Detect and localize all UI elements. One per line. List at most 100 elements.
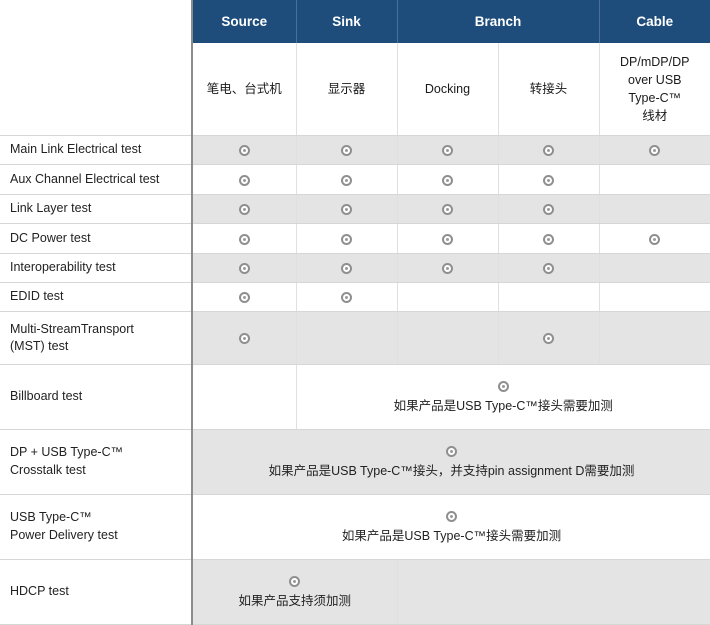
cable-line-3: Type-C™ [628,91,682,105]
table-row: DC Power test [0,223,710,254]
cell-aux-channel-adapter [498,164,600,195]
column-header-sink: Sink [295,0,398,43]
check-circle-icon [543,145,554,157]
cell-interoperability-sink [296,253,398,284]
cell-interoperability-cable [599,253,710,284]
check-circle-icon [341,174,352,186]
cell-hdcp-empty [397,559,710,625]
table-group-header-row: Source Sink Branch Cable [0,0,710,43]
table-row: Link Layer test [0,194,710,225]
subheader-branch-adapter: 转接头 [498,43,600,136]
table-row: Interoperability test [0,253,710,284]
subheader-cable-devices: DP/mDP/DP over USB Type-C™ 线材 [599,43,710,136]
check-circle-icon [446,445,457,457]
mst-label-line-1: Multi-StreamTransport [10,321,134,336]
cell-link-layer-cable [599,194,710,225]
check-circle-icon [289,575,301,587]
cell-interoperability-docking [397,253,499,284]
cell-billboard-note: 如果产品是USB Type-C™接头需要加测 [296,364,710,430]
check-circle-icon [442,263,453,275]
cell-edid-adapter [498,282,600,313]
table-subheader-row: 笔电、台式机 显示器 Docking 转接头 DP/mDP/DP over US… [0,43,710,136]
check-circle-icon [543,263,554,275]
cell-mst-sink [296,311,398,365]
check-circle-icon [543,204,554,216]
cell-dc-power-source [192,223,297,254]
check-circle-icon [442,204,453,216]
check-circle-icon [543,333,554,345]
crosstalk-note-text: 如果产品是USB Type-C™接头，并支持pin assignment D需要… [268,463,635,478]
cell-interoperability-source [192,253,297,284]
cell-dc-power-sink [296,223,398,254]
hdcp-note-text: 如果产品支持须加测 [238,593,351,608]
column-header-branch: Branch [396,0,600,43]
check-circle-icon [238,333,250,345]
billboard-note-text: 如果产品是USB Type-C™接头需要加测 [393,398,613,413]
crosstalk-label-line-1: DP + USB Type-C™ [10,445,124,460]
cell-dc-power-adapter [498,223,600,254]
check-circle-icon [238,145,250,157]
cell-billboard-source [192,364,297,430]
cell-link-layer-source [192,194,297,225]
cell-mst-docking [397,311,499,365]
cell-aux-channel-sink [296,164,398,195]
check-circle-icon [238,263,250,275]
check-circle-icon [442,233,453,245]
row-label-edid-test: EDID test [0,282,193,313]
power-delivery-note-text: 如果产品是USB Type-C™接头需要加测 [341,528,562,543]
row-label-link-layer-test: Link Layer test [0,194,193,225]
cell-main-link-source [192,135,297,166]
check-circle-icon [238,174,250,186]
check-circle-icon [446,510,457,522]
cell-aux-channel-docking [397,164,499,195]
table-row: DP + USB Type-C™ Crosstalk test 如果产品是USB… [0,429,710,495]
cell-crosstalk-note: 如果产品是USB Type-C™接头，并支持pin assignment D需要… [192,429,710,495]
pd-label-line-2: Power Delivery test [10,527,118,542]
row-label-billboard-test: Billboard test [0,364,193,430]
crosstalk-label-line-2: Crosstalk test [10,462,86,477]
table-row: EDID test [0,282,710,313]
check-circle-icon [341,292,352,304]
cable-line-1: DP/mDP/DP [620,54,690,69]
cell-dc-power-cable [599,223,710,254]
subheader-corner-blank [0,43,193,136]
check-circle-icon [442,174,453,186]
cell-main-link-adapter [498,135,600,166]
cell-mst-source [192,311,297,365]
row-label-mst-test: Multi-StreamTransport (MST) test [0,311,193,365]
row-label-dp-usb-typec-crosstalk-test: DP + USB Type-C™ Crosstalk test [0,429,193,495]
cell-edid-sink [296,282,398,313]
mst-label-line-2: (MST) test [10,339,69,354]
cell-edid-source [192,282,297,313]
check-circle-icon [341,204,352,216]
cell-main-link-sink [296,135,398,166]
column-header-source: Source [191,0,297,43]
check-circle-icon [543,174,554,186]
check-circle-icon [649,145,661,157]
table-row: HDCP test 如果产品支持须加测 [0,559,710,625]
pd-label-line-1: USB Type-C™ [10,510,92,525]
row-label-main-link-electrical-test: Main Link Electrical test [0,135,193,166]
subheader-source-devices: 笔电、台式机 [192,43,297,136]
column-header-cable: Cable [598,0,710,43]
cell-edid-docking [397,282,499,313]
table-row: Aux Channel Electrical test [0,164,710,195]
cell-dc-power-docking [397,223,499,254]
cell-mst-cable [599,311,710,365]
table-row: Billboard test 如果产品是USB Type-C™接头需要加测 [0,364,710,430]
cell-edid-cable [599,282,710,313]
cell-link-layer-adapter [498,194,600,225]
check-circle-icon [238,292,250,304]
table-row: Main Link Electrical test [0,135,710,166]
table-row: USB Type-C™ Power Delivery test 如果产品是USB… [0,494,710,560]
row-label-usb-typec-power-delivery-test: USB Type-C™ Power Delivery test [0,494,193,560]
cell-interoperability-adapter [498,253,600,284]
check-circle-icon [497,380,509,392]
check-circle-icon [238,233,250,245]
check-circle-icon [341,263,352,275]
row-label-interoperability-test: Interoperability test [0,253,193,284]
cell-link-layer-sink [296,194,398,225]
header-corner-blank [0,0,193,43]
cell-aux-channel-cable [599,164,710,195]
check-circle-icon [341,233,352,245]
